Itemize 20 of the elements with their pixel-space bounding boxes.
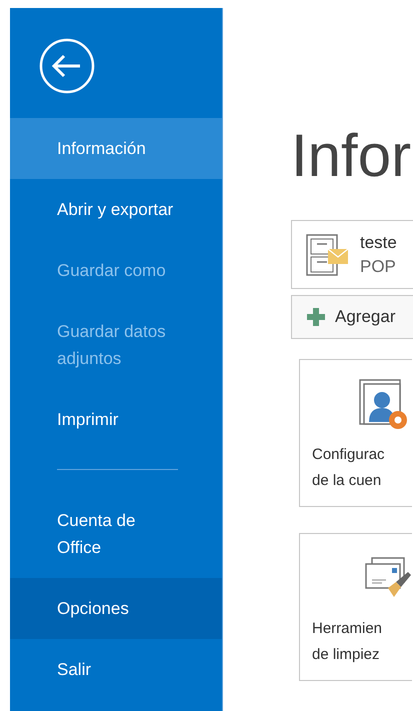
account-type: POP — [360, 256, 397, 278]
tile-label: Configurac — [312, 445, 385, 465]
sidebar-item[interactable]: Opciones — [10, 578, 222, 639]
sidebar-item[interactable]: Salir — [10, 639, 222, 700]
account-settings-tile[interactable]: Configurac de la cuen — [299, 359, 412, 507]
add-account-button[interactable]: Agregar — [291, 295, 413, 339]
tile-label: Herramien — [312, 619, 382, 639]
cleanup-tools-tile[interactable]: Herramien de limpiez — [299, 533, 412, 681]
account-selector[interactable]: teste POP — [291, 220, 413, 289]
page-title: Infor — [291, 121, 412, 191]
sidebar-item[interactable]: Cuenta de Office — [10, 490, 222, 578]
mail-cabinet-icon — [304, 232, 350, 278]
sidebar-item[interactable]: Información — [10, 118, 222, 179]
tile-label: de limpiez — [312, 645, 380, 665]
back-icon[interactable] — [39, 38, 95, 94]
sidebar-item[interactable]: Imprimir — [10, 389, 222, 450]
tile-label: de la cuen — [312, 471, 382, 491]
plus-icon — [305, 306, 327, 328]
sidebar-item[interactable]: Abrir y exportar — [10, 179, 222, 240]
account-name: teste — [360, 232, 397, 254]
